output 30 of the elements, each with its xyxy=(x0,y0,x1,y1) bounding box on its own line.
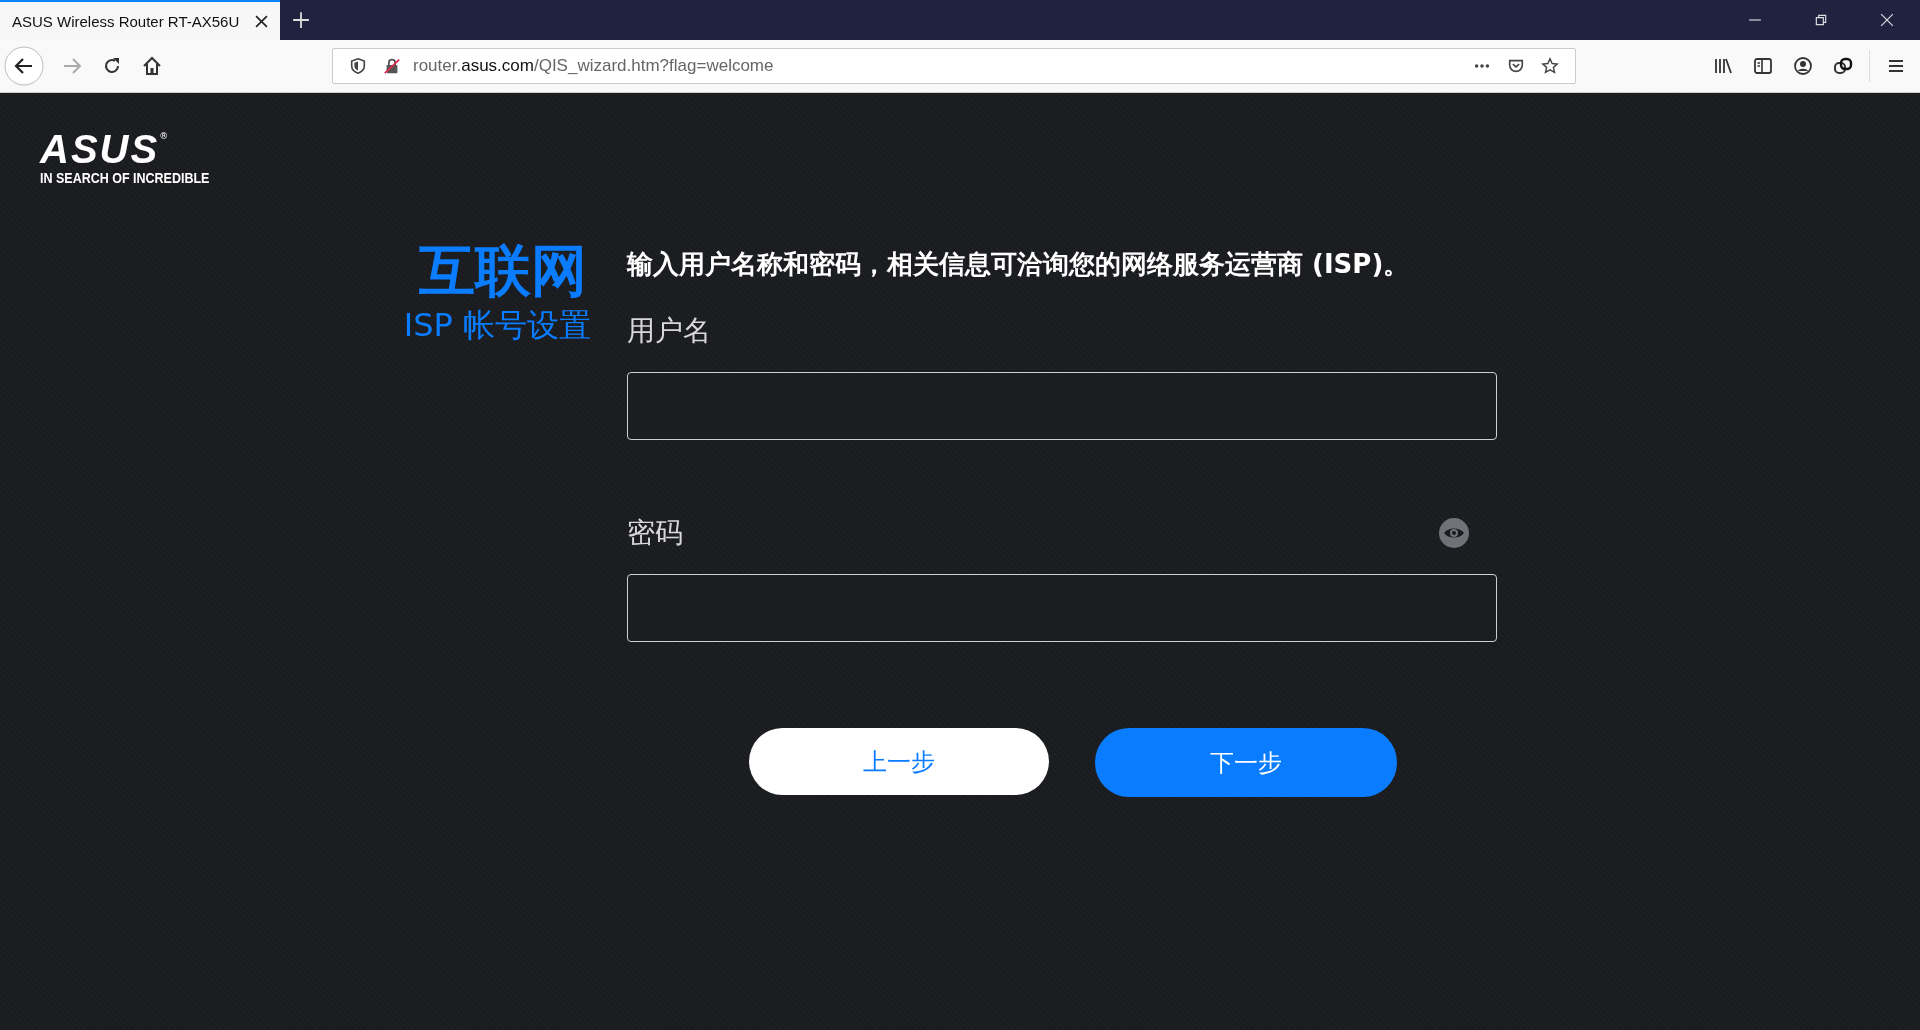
description-text: 输入用户名称和密码，相关信息可洽询您的网络服务运营商 (ISP)。 xyxy=(627,248,1411,281)
field-label: 用户名 xyxy=(627,313,711,349)
tab-title: ASUS Wireless Router RT-AX56U xyxy=(12,12,241,30)
library-icon[interactable] xyxy=(1713,56,1733,76)
next-button[interactable]: 下一步 xyxy=(1095,728,1397,797)
shield-icon[interactable] xyxy=(349,57,367,75)
plus-icon[interactable] xyxy=(292,11,310,29)
registered-mark: ® xyxy=(159,131,169,141)
back-button[interactable]: 上一步 xyxy=(749,728,1049,795)
account-icon[interactable] xyxy=(1793,56,1813,76)
home-icon[interactable] xyxy=(142,56,162,76)
browser-tab[interactable]: ASUS Wireless Router RT-AX56U xyxy=(0,0,280,40)
address-bar[interactable]: router.asus.com/QIS_wizard.htm?flag=welcome xyxy=(332,48,1576,84)
linked-rings-icon[interactable] xyxy=(1833,56,1853,76)
eye-icon[interactable] xyxy=(1439,518,1469,548)
restore-icon[interactable] xyxy=(1814,13,1828,27)
pocket-icon[interactable] xyxy=(1507,57,1525,75)
logo-wordmark: ASUS xyxy=(40,131,160,167)
insecure-lock-icon[interactable] xyxy=(383,57,401,75)
close-icon[interactable] xyxy=(255,14,268,28)
logo-tagline: IN SEARCH OF INCREDIBLE xyxy=(40,169,210,187)
reload-icon[interactable] xyxy=(102,56,122,76)
url-text: router.asus.com/QIS_wizard.htm?flag=welcome xyxy=(413,56,774,76)
page-subtitle: ISP 帐号设置 xyxy=(403,305,591,345)
field-label: 密码 xyxy=(627,515,683,551)
star-icon[interactable] xyxy=(1541,57,1559,75)
password-field[interactable] xyxy=(627,574,1497,642)
username-field[interactable] xyxy=(627,372,1497,440)
page-title: 互联网 xyxy=(419,237,587,305)
sidebar-icon[interactable] xyxy=(1753,56,1773,76)
